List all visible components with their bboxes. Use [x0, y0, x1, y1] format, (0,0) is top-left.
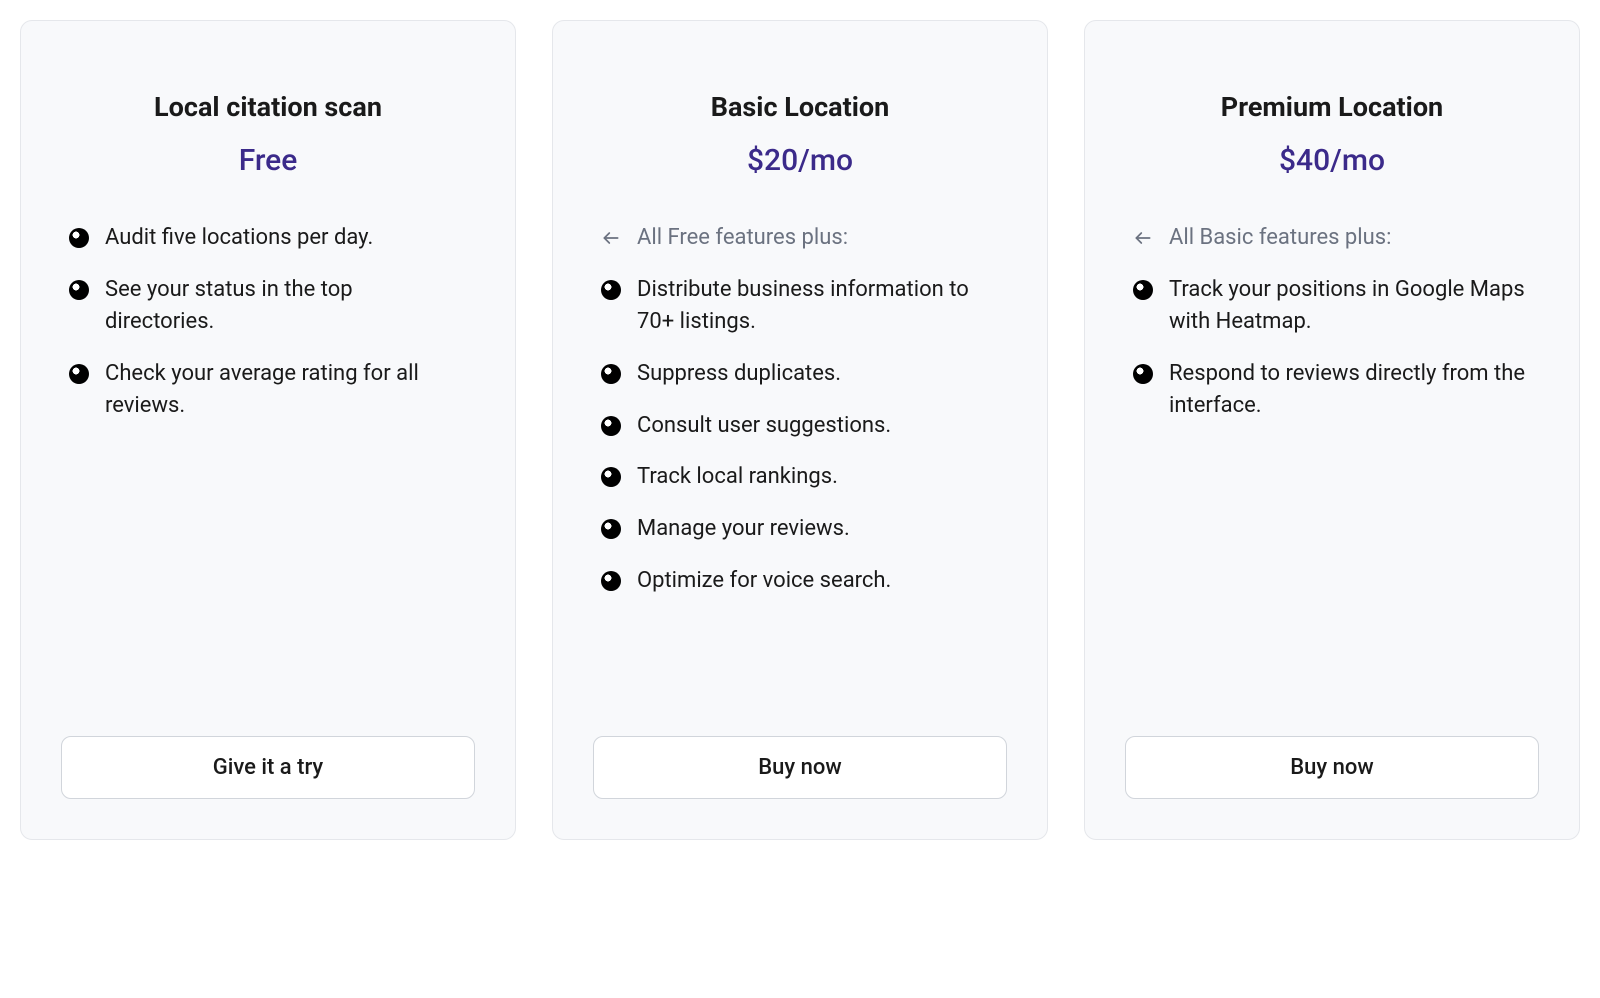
feature-item: Respond to reviews directly from the int…	[1133, 358, 1531, 422]
feature-text: Respond to reviews directly from the int…	[1169, 358, 1531, 422]
bullet-icon	[601, 571, 621, 591]
feature-item: Track local rankings.	[601, 461, 999, 493]
feature-inherit: All Basic features plus:	[1133, 222, 1531, 254]
feature-item: Manage your reviews.	[601, 513, 999, 545]
feature-inherit: All Free features plus:	[601, 222, 999, 254]
feature-text: Check your average rating for all review…	[105, 358, 467, 422]
cta-give-it-a-try[interactable]: Give it a try	[61, 736, 475, 799]
feature-item: Optimize for voice search.	[601, 565, 999, 597]
cta-buy-now[interactable]: Buy now	[1125, 736, 1539, 799]
feature-item: Consult user suggestions.	[601, 410, 999, 442]
feature-text: Track local rankings.	[637, 461, 838, 493]
bullet-icon	[601, 364, 621, 384]
feature-list: Audit five locations per day. See your s…	[61, 222, 475, 712]
plan-price: Free	[61, 143, 475, 178]
bullet-icon	[1133, 280, 1153, 300]
feature-text: Distribute business information to 70+ l…	[637, 274, 999, 338]
feature-text: See your status in the top directories.	[105, 274, 467, 338]
feature-text: All Basic features plus:	[1169, 222, 1391, 254]
feature-item: See your status in the top directories.	[69, 274, 467, 338]
feature-item: Suppress duplicates.	[601, 358, 999, 390]
feature-list: All Basic features plus: Track your posi…	[1125, 222, 1539, 712]
pricing-grid: Local citation scan Free Audit five loca…	[20, 20, 1580, 840]
feature-item: Check your average rating for all review…	[69, 358, 467, 422]
bullet-icon	[1133, 364, 1153, 384]
bullet-icon	[69, 364, 89, 384]
bullet-icon	[69, 280, 89, 300]
feature-item: Track your positions in Google Maps with…	[1133, 274, 1531, 338]
bullet-icon	[69, 228, 89, 248]
bullet-icon	[601, 280, 621, 300]
feature-text: Suppress duplicates.	[637, 358, 841, 390]
bullet-icon	[601, 416, 621, 436]
feature-item: Audit five locations per day.	[69, 222, 467, 254]
plan-price: $40/mo	[1125, 143, 1539, 178]
plan-title: Basic Location	[593, 91, 1007, 123]
feature-text: Optimize for voice search.	[637, 565, 891, 597]
arrow-left-icon	[601, 228, 621, 248]
plan-card-basic: Basic Location $20/mo All Free features …	[552, 20, 1048, 840]
plan-title: Premium Location	[1125, 91, 1539, 123]
plan-title: Local citation scan	[61, 91, 475, 123]
feature-item: Distribute business information to 70+ l…	[601, 274, 999, 338]
plan-card-free: Local citation scan Free Audit five loca…	[20, 20, 516, 840]
feature-text: All Free features plus:	[637, 222, 848, 254]
plan-price: $20/mo	[593, 143, 1007, 178]
feature-text: Track your positions in Google Maps with…	[1169, 274, 1531, 338]
feature-text: Consult user suggestions.	[637, 410, 891, 442]
arrow-left-icon	[1133, 228, 1153, 248]
cta-buy-now[interactable]: Buy now	[593, 736, 1007, 799]
feature-text: Audit five locations per day.	[105, 222, 373, 254]
plan-card-premium: Premium Location $40/mo All Basic featur…	[1084, 20, 1580, 840]
bullet-icon	[601, 519, 621, 539]
feature-text: Manage your reviews.	[637, 513, 850, 545]
bullet-icon	[601, 467, 621, 487]
feature-list: All Free features plus: Distribute busin…	[593, 222, 1007, 712]
